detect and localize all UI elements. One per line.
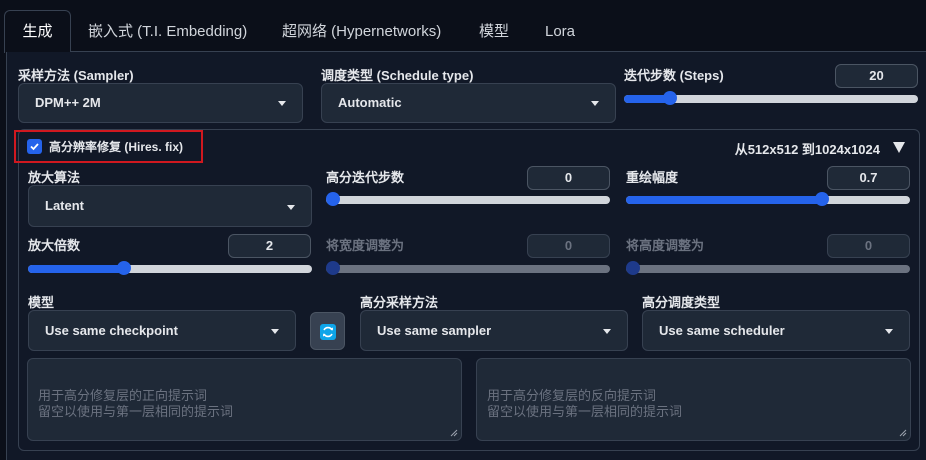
denoising-label: 重绘幅度 [626, 170, 679, 185]
slider-fill [626, 196, 825, 204]
chevron-down-icon [603, 329, 611, 334]
slider-fill [624, 95, 666, 103]
collapse-triangle-icon[interactable] [893, 142, 905, 153]
hires-positive-prompt-input[interactable]: 用于高分修复层的正向提示词 留空以使用与第一层相同的提示词 [27, 358, 462, 441]
slider-fill [28, 265, 122, 273]
tab-generate[interactable]: 生成 [4, 10, 71, 53]
resolution-info: 从512x512 到1024x1024 [734, 142, 880, 157]
resize-width-slider[interactable] [326, 261, 610, 277]
resize-width-label: 将宽度调整为 [326, 238, 405, 253]
slider-track [326, 196, 610, 204]
resize-grip-icon [450, 429, 458, 437]
hires-negative-prompt-input[interactable]: 用于高分修复层的反向提示词 留空以使用与第一层相同的提示词 [476, 358, 911, 441]
hires-fix-label: 高分辨率修复 (Hires. fix) [49, 140, 184, 154]
hires-scheduler-label: 高分调度类型 [642, 295, 721, 310]
slider-thumb[interactable] [326, 261, 340, 275]
refresh-icon [320, 324, 336, 340]
upscaler-dropdown[interactable]: Latent [28, 185, 312, 227]
resize-height-label: 将高度调整为 [626, 238, 705, 253]
slider-track [626, 265, 910, 273]
sampler-dropdown[interactable]: DPM++ 2M [18, 83, 303, 123]
refresh-checkpoint-button[interactable] [310, 312, 345, 350]
denoising-slider[interactable] [626, 192, 910, 208]
checkpoint-value: Use same checkpoint [45, 323, 178, 338]
checkmark-icon [30, 143, 39, 151]
tab-lora[interactable]: Lora [545, 12, 575, 52]
tab-embedding[interactable]: 嵌入式 (T.I. Embedding) [88, 12, 247, 52]
hires-sampler-value: Use same sampler [377, 323, 492, 338]
chevron-down-icon [271, 329, 279, 334]
positive-prompt-placeholder: 用于高分修复层的正向提示词 留空以使用与第一层相同的提示词 [38, 388, 234, 419]
chevron-down-icon [591, 101, 599, 106]
slider-thumb[interactable] [326, 192, 340, 206]
resize-grip-icon [899, 429, 907, 437]
schedule-type-dropdown[interactable]: Automatic [321, 83, 616, 123]
checkpoint-dropdown[interactable]: Use same checkpoint [28, 310, 296, 351]
negative-prompt-placeholder: 用于高分修复层的反向提示词 留空以使用与第一层相同的提示词 [487, 388, 683, 419]
slider-thumb[interactable] [626, 261, 640, 275]
schedule-type-value: Automatic [338, 95, 402, 110]
resize-width-number-input[interactable]: 0 [527, 234, 610, 258]
tab-bar: 生成 嵌入式 (T.I. Embedding) 超网络 (Hypernetwor… [0, 0, 926, 53]
hires-sampler-dropdown[interactable]: Use same sampler [360, 310, 628, 351]
hires-steps-number-input[interactable]: 0 [527, 166, 610, 190]
hires-steps-slider[interactable] [326, 192, 610, 208]
chevron-down-icon [885, 329, 893, 334]
resize-height-number-input[interactable]: 0 [827, 234, 910, 258]
hires-scheduler-dropdown[interactable]: Use same scheduler [642, 310, 910, 351]
hires-sampler-label: 高分采样方法 [360, 295, 439, 310]
resize-height-slider[interactable] [626, 261, 910, 277]
upscaler-label: 放大算法 [28, 170, 81, 185]
upscale-by-number-input[interactable]: 2 [228, 234, 311, 258]
hires-steps-label: 高分迭代步数 [326, 170, 405, 185]
schedule-type-label: 调度类型 (Schedule type) [321, 68, 474, 83]
checkpoint-label: 模型 [28, 295, 55, 310]
hires-fix-checkbox[interactable] [27, 139, 42, 154]
upscaler-value: Latent [45, 198, 84, 213]
steps-slider[interactable] [624, 91, 918, 107]
sampler-value: DPM++ 2M [35, 95, 101, 110]
slider-thumb[interactable] [117, 261, 132, 275]
tab-models[interactable]: 模型 [479, 12, 509, 52]
slider-track [326, 265, 610, 273]
hires-scheduler-value: Use same scheduler [659, 323, 785, 338]
steps-number-input[interactable]: 20 [835, 64, 918, 88]
sampler-label: 采样方法 (Sampler) [18, 68, 134, 83]
tab-hypernetworks[interactable]: 超网络 (Hypernetworks) [282, 12, 441, 52]
upscale-by-slider[interactable] [28, 261, 312, 277]
slider-thumb[interactable] [815, 192, 829, 206]
denoising-number-input[interactable]: 0.7 [827, 166, 910, 190]
chevron-down-icon [287, 205, 295, 210]
steps-label: 迭代步数 (Steps) [624, 68, 724, 83]
upscale-by-label: 放大倍数 [28, 238, 81, 253]
chevron-down-icon [278, 101, 286, 106]
